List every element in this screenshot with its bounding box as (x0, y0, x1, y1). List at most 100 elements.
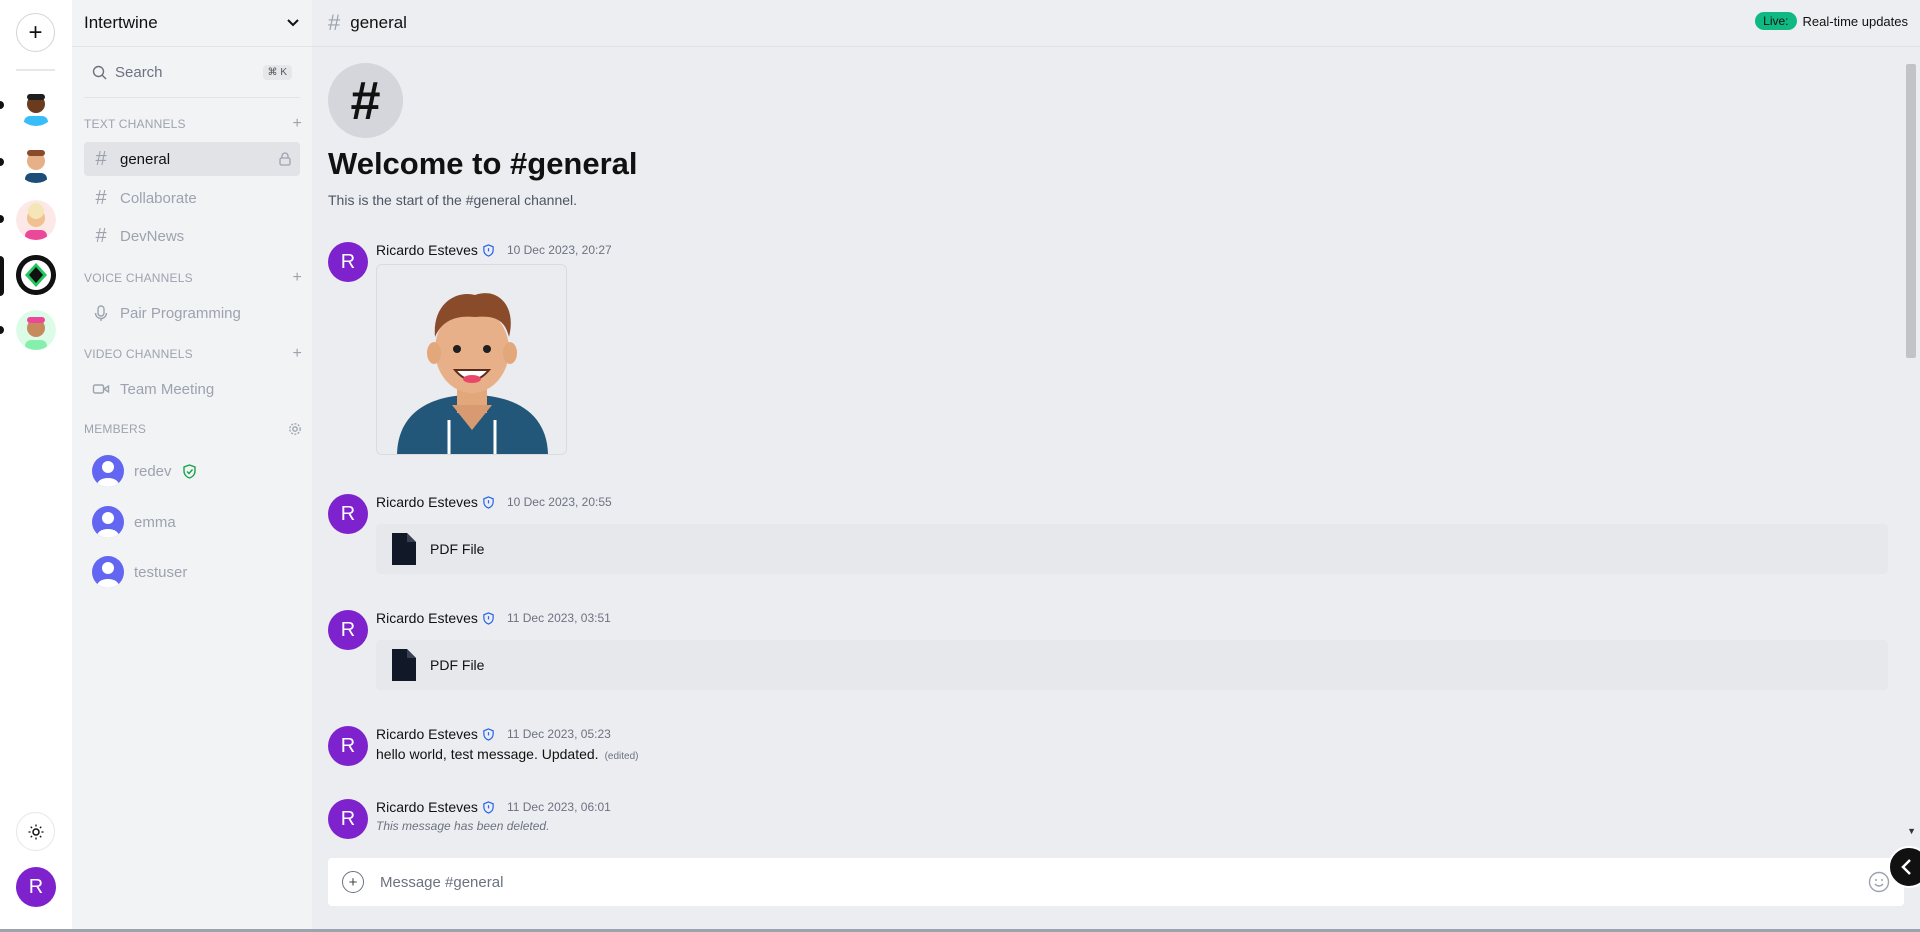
member-name: emma (134, 513, 176, 531)
gear-icon[interactable] (288, 422, 302, 436)
message-timestamp: 11 Dec 2023, 05:23 (506, 727, 611, 741)
channel-general[interactable]: # general (84, 142, 300, 176)
edited-label: (edited) (604, 751, 639, 762)
welcome-hash-icon: # (328, 63, 403, 138)
search-shortcut: ⌘ K (262, 64, 292, 80)
file-attachment[interactable]: PDF File (376, 524, 1888, 574)
voice-channels-label: VOICE CHANNELS (84, 271, 193, 285)
moderator-shield-icon (483, 611, 494, 625)
file-icon (392, 649, 416, 681)
message-text: hello world, test message. Updated. (376, 746, 599, 762)
members-header: MEMBERS (84, 422, 302, 436)
deleted-message-text: This message has been deleted. (376, 819, 550, 833)
add-video-channel-icon[interactable]: + (292, 345, 302, 363)
live-badge: Live: (1755, 12, 1797, 30)
message-author[interactable]: Ricardo Esteves (376, 799, 478, 815)
channel-label: general (120, 150, 171, 168)
member-testuser[interactable]: testuser (92, 556, 187, 588)
channel-label: Pair Programming (120, 304, 241, 322)
channel-pair-programming[interactable]: Pair Programming (84, 296, 300, 330)
lock-icon (279, 152, 291, 166)
member-avatar (92, 556, 124, 588)
add-voice-channel-icon[interactable]: + (292, 269, 302, 287)
channel-label: DevNews (120, 227, 185, 245)
message-author[interactable]: Ricardo Esteves (376, 242, 478, 258)
search-icon (92, 65, 107, 79)
message-item: R Ricardo Esteves 10 Dec 2023, 20:27 (328, 242, 1888, 464)
file-label: PDF File (430, 541, 485, 557)
member-redev[interactable]: redev (92, 455, 197, 487)
channel-devnews[interactable]: # DevNews (84, 219, 300, 253)
server-name: Intertwine (84, 13, 158, 32)
add-text-channel-icon[interactable]: + (292, 115, 302, 133)
message-avatar[interactable]: R (328, 494, 368, 534)
server-avatar-3[interactable] (16, 200, 56, 240)
server-avatar-5[interactable] (16, 310, 56, 350)
microphone-icon (94, 305, 108, 321)
chevron-down-icon (287, 19, 299, 27)
message-header: Ricardo Esteves 11 Dec 2023, 06:01 (376, 799, 611, 815)
message-timestamp: 10 Dec 2023, 20:27 (506, 243, 612, 257)
voice-channels-header: VOICE CHANNELS + (84, 269, 302, 287)
message-author[interactable]: Ricardo Esteves (376, 726, 478, 742)
server-indicator (0, 326, 4, 334)
add-server-button[interactable]: + (16, 13, 55, 52)
server-avatar-4[interactable] (16, 255, 56, 295)
moderator-shield-icon (483, 727, 494, 741)
message-item: R Ricardo Esteves 11 Dec 2023, 06:01 Thi… (328, 799, 1888, 841)
chat-main: # general Live: Real-time updates # Welc… (312, 0, 1920, 932)
server-rail: + R (0, 0, 72, 932)
message-timestamp: 11 Dec 2023, 03:51 (506, 611, 611, 625)
member-emma[interactable]: emma (92, 506, 176, 538)
rail-divider (16, 69, 55, 71)
emoji-icon[interactable] (1868, 871, 1890, 893)
message-item: R Ricardo Esteves 11 Dec 2023, 05:23 hel… (328, 726, 1888, 770)
channel-team-meeting[interactable]: Team Meeting (84, 372, 300, 406)
attach-plus-button[interactable]: + (342, 871, 364, 893)
text-channels-header: TEXT CHANNELS + (84, 115, 302, 133)
message-avatar[interactable]: R (328, 242, 368, 282)
server-header[interactable]: Intertwine (72, 0, 312, 47)
sidebar-divider (84, 97, 300, 98)
welcome-subtitle: This is the start of the #general channe… (328, 192, 578, 208)
file-attachment[interactable]: PDF File (376, 640, 1888, 690)
channel-title: general (350, 13, 407, 32)
hash-icon: # (95, 147, 107, 170)
image-attachment[interactable] (376, 264, 567, 455)
channel-label: Collaborate (120, 189, 197, 207)
message-author[interactable]: Ricardo Esteves (376, 610, 478, 626)
moderator-shield-icon (483, 243, 494, 257)
message-author[interactable]: Ricardo Esteves (376, 494, 478, 510)
message-timestamp: 10 Dec 2023, 20:55 (506, 495, 612, 509)
sun-icon (28, 824, 43, 839)
server-indicator (0, 101, 4, 109)
floating-toggle-button[interactable] (1888, 846, 1920, 888)
scrollbar-thumb[interactable] (1906, 64, 1916, 358)
members-label: MEMBERS (84, 422, 147, 436)
verified-shield-icon (182, 463, 196, 479)
search-button[interactable]: Search ⌘ K (84, 59, 300, 85)
message-avatar[interactable]: R (328, 610, 368, 650)
server-indicator (0, 158, 4, 166)
server-avatar-1[interactable] (16, 86, 56, 126)
message-avatar[interactable]: R (328, 726, 368, 766)
scroll-down-arrow-icon[interactable]: ▼ (1907, 826, 1916, 836)
live-status-text: Real-time updates (1802, 13, 1909, 29)
welcome-title: Welcome to #general (328, 146, 638, 181)
user-avatar[interactable]: R (16, 867, 56, 907)
member-name: redev (134, 462, 172, 480)
video-channels-header: VIDEO CHANNELS + (84, 345, 302, 363)
server-avatar-2[interactable] (16, 143, 56, 183)
message-avatar[interactable]: R (328, 799, 368, 839)
message-header: Ricardo Esteves 10 Dec 2023, 20:27 (376, 242, 612, 258)
server-indicator-active (0, 256, 4, 296)
message-header: Ricardo Esteves 10 Dec 2023, 20:55 (376, 494, 612, 510)
theme-toggle-button[interactable] (16, 812, 55, 851)
hash-icon: # (95, 224, 107, 247)
message-body: hello world, test message. Updated. (edit… (376, 746, 638, 762)
member-avatar (92, 506, 124, 538)
channel-label: Team Meeting (120, 380, 215, 398)
channel-collaborate[interactable]: # Collaborate (84, 181, 300, 215)
live-status: Live: Real-time updates (1755, 12, 1908, 30)
message-input[interactable]: Message #general (380, 874, 503, 891)
